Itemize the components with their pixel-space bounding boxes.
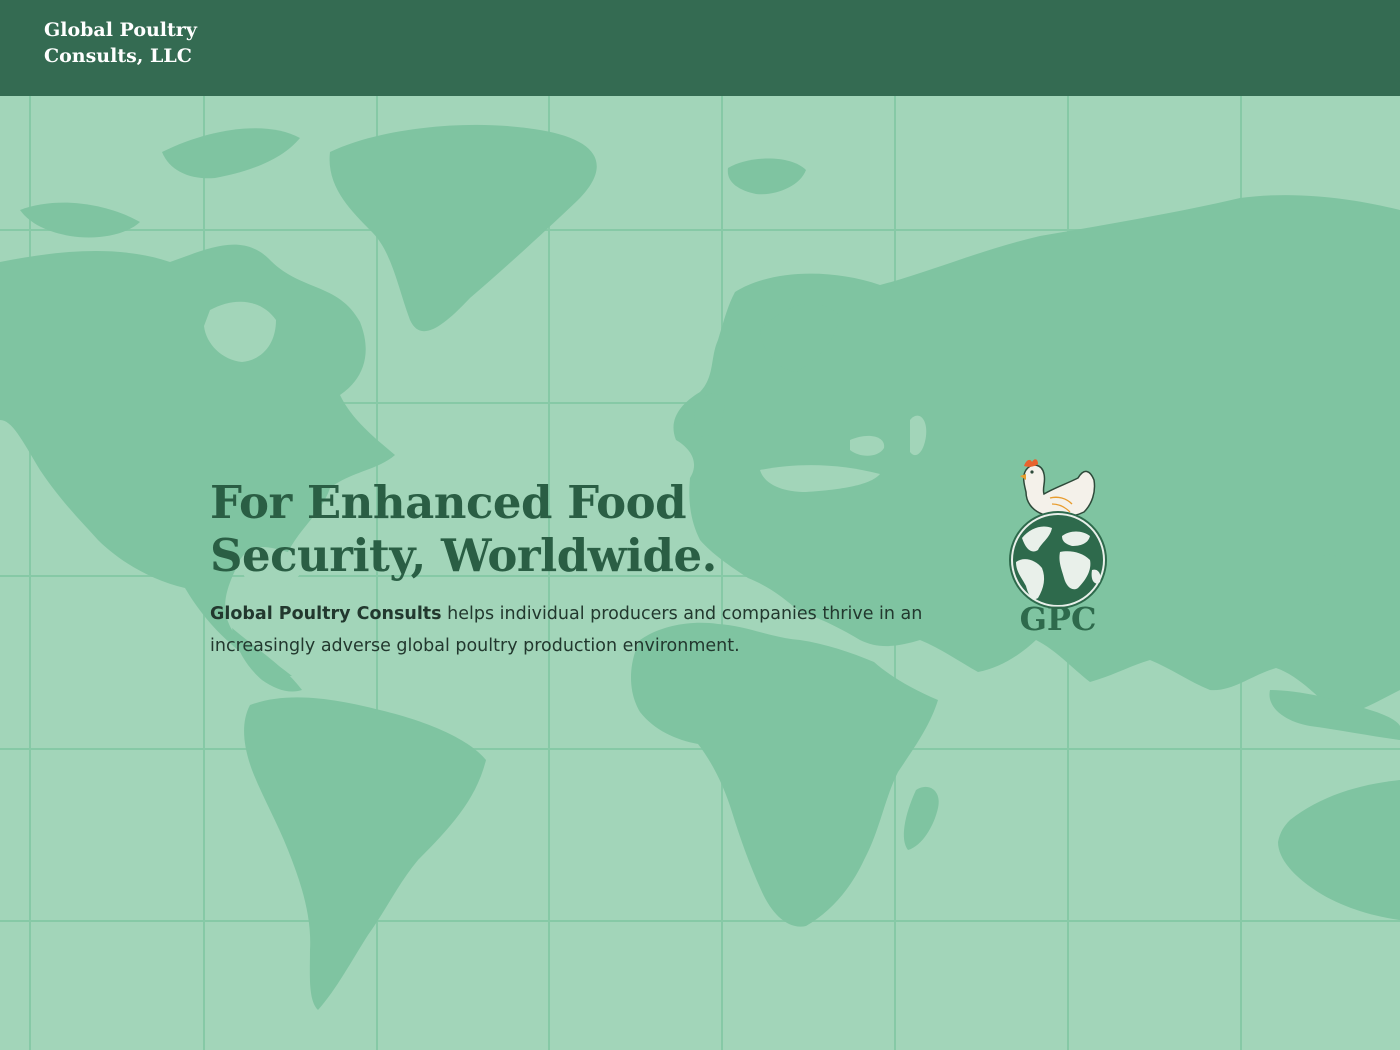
brand-line-1: Global Poultry <box>44 19 197 41</box>
hero-title-line-1: For Enhanced Food <box>210 476 687 529</box>
hero-description-company: Global Poultry Consults <box>210 604 442 624</box>
africa-shape <box>631 622 938 927</box>
australia-shape <box>1278 780 1400 920</box>
hero-title-line-2: Security, Worldwide. <box>210 529 717 582</box>
greenland-shape <box>329 124 597 332</box>
site-header: Global Poultry Consults, LLC <box>0 0 1400 96</box>
logo-text: GPC <box>1019 600 1097 638</box>
iceland-shape <box>727 158 806 195</box>
chicken-icon <box>1020 459 1096 518</box>
brand-line-2: Consults, LLC <box>44 45 192 67</box>
hero-title: For Enhanced Food Security, Worldwide. <box>210 476 850 582</box>
north-america-islands-shape <box>20 202 140 238</box>
hero-description: Global Poultry Consults helps individual… <box>210 598 930 662</box>
north-america-arctic-shape <box>162 128 300 179</box>
south-america-shape <box>244 697 486 1010</box>
brand-link[interactable]: Global Poultry Consults, LLC <box>44 17 264 69</box>
madagascar-shape <box>903 786 939 850</box>
black-sea-shape <box>850 435 885 456</box>
globe-icon <box>1009 511 1107 609</box>
